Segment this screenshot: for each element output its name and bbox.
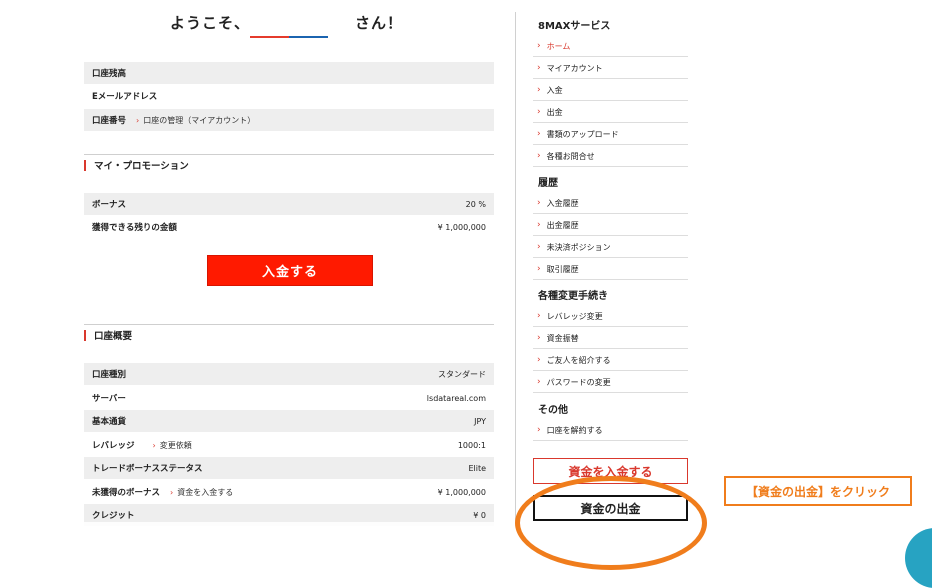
bottom-fade [0, 522, 932, 580]
manage-account-link[interactable]: 口座の管理（マイアカウント） [136, 115, 255, 126]
annotation-callout: 【資金の出金】をクリック [724, 476, 912, 506]
row-label: 未獲得のボーナス [92, 488, 161, 498]
sidebar-item-withdraw-history[interactable]: 出金履歴 [533, 215, 688, 236]
row-label: 口座種別 [92, 370, 127, 380]
row-value: lsdatareal.com [426, 393, 486, 403]
promotion-section-title: マイ・プロモーション [84, 154, 494, 175]
highlight-ellipse [515, 476, 707, 570]
row-label: トレードボーナスステータス [92, 464, 203, 474]
email-row: Eメールアドレス [84, 85, 494, 107]
sidebar-item-upload[interactable]: 書類のアップロード [533, 124, 688, 145]
row-label: レバレッジ [92, 441, 135, 451]
row-label: クレジット [92, 511, 135, 521]
sidebar-item-withdraw[interactable]: 出金 [533, 102, 688, 123]
column-divider [515, 12, 516, 524]
section-title: 口座概要 [94, 331, 133, 342]
sidebar-other-title: その他 [538, 405, 568, 416]
sidebar-item-deposit-history[interactable]: 入金履歴 [533, 193, 688, 214]
change-request-link[interactable]: 変更依頼 [153, 440, 192, 451]
row-label: 口座残高 [92, 69, 127, 79]
sidebar-item-my-account[interactable]: マイアカウント [533, 58, 688, 79]
unearned-bonus-row: 未獲得のボーナス 資金を入金する ¥ 1,000,000 [84, 481, 494, 503]
sidebar-item-home[interactable]: ホーム [533, 36, 688, 57]
bonus-row: ボーナス 20 % [84, 193, 494, 215]
row-label: Eメールアドレス [92, 92, 158, 102]
row-value: ¥ 1,000,000 [437, 222, 486, 232]
deposit-button[interactable]: 入金する [207, 255, 373, 286]
sidebar-item-transfer[interactable]: 資金振替 [533, 328, 688, 349]
row-label: 口座番号 [92, 116, 127, 126]
row-value: スタンダード [438, 369, 486, 379]
row-value: JPY [474, 416, 486, 426]
row-label: ボーナス [92, 200, 127, 210]
server-row: サーバー lsdatareal.com [84, 387, 494, 409]
sidebar-service-title: 8MAXサービス [538, 21, 611, 32]
leverage-row: レバレッジ 変更依頼 1000:1 [84, 434, 494, 456]
row-value: 1000:1 [457, 440, 486, 450]
sidebar-item-password[interactable]: パスワードの変更 [533, 372, 688, 393]
account-number-row: 口座番号 口座の管理（マイアカウント） [84, 109, 494, 131]
overview-section-title: 口座概要 [84, 324, 494, 345]
row-value: Elite [468, 463, 486, 473]
row-label: 獲得できる残りの金額 [92, 223, 177, 233]
row-value: ¥ 0 [473, 510, 486, 520]
remaining-amount-row: 獲得できる残りの金額 ¥ 1,000,000 [84, 216, 494, 238]
sidebar-item-trade-history[interactable]: 取引履歴 [533, 259, 688, 280]
base-currency-row: 基本通貨 JPY [84, 410, 494, 432]
section-title: マイ・プロモーション [94, 161, 189, 172]
welcome-suffix: さん！ [355, 14, 404, 32]
sidebar-item-deposit[interactable]: 入金 [533, 80, 688, 101]
sidebar-item-refer[interactable]: ご友人を紹介する [533, 350, 688, 371]
sidebar-item-contact[interactable]: 各種お問合せ [533, 146, 688, 167]
bonus-status-row: トレードボーナスステータス Elite [84, 457, 494, 479]
sidebar-item-open-positions[interactable]: 未決済ポジション [533, 237, 688, 258]
sidebar-item-leverage[interactable]: レバレッジ変更 [533, 306, 688, 327]
row-value: 20 % [465, 199, 486, 209]
account-balance-row: 口座残高 [84, 62, 494, 84]
sidebar-history-title: 履歴 [538, 178, 558, 189]
row-label: 基本通貨 [92, 417, 127, 427]
row-label: サーバー [92, 394, 126, 404]
sidebar-changes-title: 各種変更手続き [538, 291, 608, 302]
account-type-row: 口座種別 スタンダード [84, 363, 494, 385]
row-value: ¥ 1,000,000 [437, 487, 486, 497]
welcome-text: ようこそ、 [170, 14, 251, 32]
deposit-funds-link[interactable]: 資金を入金する [170, 487, 233, 498]
user-name-underline [250, 36, 328, 38]
sidebar-item-close-account[interactable]: 口座を解約する [533, 420, 688, 441]
